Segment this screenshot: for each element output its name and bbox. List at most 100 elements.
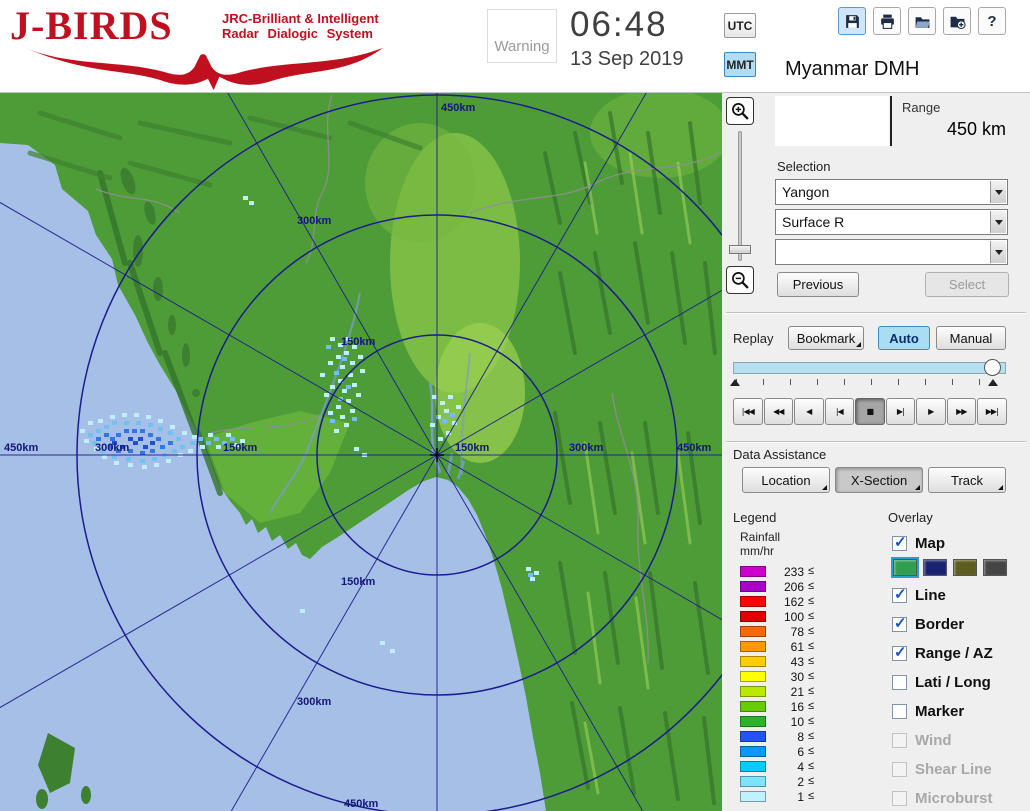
legend-value: 43 xyxy=(768,655,804,669)
legend-swatch xyxy=(740,581,766,592)
skip-to-end-button[interactable]: ▶▶| xyxy=(977,398,1007,425)
option-dropdown-button[interactable] xyxy=(990,241,1006,263)
overlay-item-label: Shear Line xyxy=(915,761,992,778)
x-section-button[interactable]: X-Section xyxy=(835,467,923,493)
fast-forward-button[interactable]: ▶▶ xyxy=(947,398,977,425)
legend-row: 162 ≤ xyxy=(740,595,860,609)
chevron-down-icon xyxy=(995,250,1003,255)
product-dropdown-value: Surface R xyxy=(776,210,1007,234)
legend-value: 30 xyxy=(768,670,804,684)
legend-lte: ≤ xyxy=(808,640,814,652)
zoom-slider-track[interactable] xyxy=(738,131,742,261)
legend-row: 16 ≤ xyxy=(740,700,860,714)
replay-label: Replay xyxy=(733,331,773,346)
overlay-item-line[interactable]: ✓ Line xyxy=(892,585,946,605)
legend-value: 1 xyxy=(768,790,804,804)
overlay-item-range-az[interactable]: ✓ Range / AZ xyxy=(892,643,993,663)
help-button[interactable]: ? xyxy=(978,7,1006,35)
overlay-item-map[interactable]: ✓ Map xyxy=(892,533,945,553)
step-back-button[interactable]: |◀ xyxy=(825,398,855,425)
zoom-in-button[interactable] xyxy=(726,97,754,125)
ring-label-top-450: 450km xyxy=(441,102,475,114)
control-panel: Range 450 km Selection Yangon Surface R … xyxy=(722,93,1030,811)
location-button[interactable]: Location xyxy=(742,467,830,493)
utc-button[interactable]: UTC xyxy=(724,13,756,38)
zoom-out-button[interactable] xyxy=(726,266,754,294)
overlay-item-marker[interactable]: ✓ Marker xyxy=(892,701,964,721)
legend-lte: ≤ xyxy=(808,790,814,802)
auto-button[interactable]: Auto xyxy=(878,326,930,350)
option-dropdown[interactable] xyxy=(775,239,1008,265)
step-forward-button[interactable]: ▶| xyxy=(886,398,916,425)
lati-long-checkbox[interactable]: ✓ xyxy=(892,675,907,690)
zoom-slider-handle[interactable] xyxy=(729,245,751,254)
select-button[interactable]: Select xyxy=(925,272,1009,297)
header: J-BIRDS JRC-Brilliant & Intelligent Rada… xyxy=(0,0,1030,93)
legend-value: 6 xyxy=(768,745,804,759)
skip-to-start-button[interactable]: |◀◀ xyxy=(733,398,763,425)
timezone-toggle: UTC MMT xyxy=(724,13,756,77)
product-dropdown[interactable]: Surface R xyxy=(775,209,1008,235)
legend-row: 1 ≤ xyxy=(740,790,860,804)
site-dropdown-button[interactable] xyxy=(990,181,1006,203)
overlay-item-lati-long[interactable]: ✓ Lati / Long xyxy=(892,672,991,692)
play-reverse-button[interactable]: ◀ xyxy=(794,398,824,425)
zoom-in-icon xyxy=(731,102,750,121)
save-button[interactable] xyxy=(838,7,866,35)
bookmark-button[interactable]: Bookmark xyxy=(788,326,864,350)
range-az-checkbox[interactable]: ✓ xyxy=(892,646,907,661)
radar-map[interactable]: 450km 300km 150km 150km 300km 450km 450k… xyxy=(0,93,722,811)
ring-label-right-150: 150km xyxy=(455,442,489,454)
map-palette-navy[interactable] xyxy=(923,559,947,576)
replay-slider-handle[interactable] xyxy=(984,359,1001,376)
legend-row: 206 ≤ xyxy=(740,580,860,594)
open-folder-icon xyxy=(914,13,931,30)
print-button[interactable] xyxy=(873,7,901,35)
manual-button[interactable]: Manual xyxy=(936,326,1006,350)
logo-title: J-BIRDS xyxy=(10,3,173,48)
fast-rewind-button[interactable]: ◀◀ xyxy=(764,398,794,425)
ring-label-right-450: 450km xyxy=(677,442,711,454)
new-folder-button[interactable] xyxy=(943,7,971,35)
track-button[interactable]: Track xyxy=(928,467,1006,493)
legend-swatch xyxy=(740,596,766,607)
open-folder-button[interactable] xyxy=(908,7,936,35)
legend-lte: ≤ xyxy=(808,715,814,727)
overlay-item-border[interactable]: ✓ Border xyxy=(892,614,964,634)
mmt-button[interactable]: MMT xyxy=(724,52,756,77)
legend-value: 78 xyxy=(768,625,804,639)
border-checkbox[interactable]: ✓ xyxy=(892,617,907,632)
line-checkbox[interactable]: ✓ xyxy=(892,588,907,603)
overlay-item-label: Border xyxy=(915,616,964,633)
stop-button[interactable]: ■ xyxy=(855,398,885,425)
map-palette-olive[interactable] xyxy=(953,559,977,576)
separator xyxy=(726,312,1026,314)
overlay-item-label: Range / AZ xyxy=(915,645,993,662)
map-palette-gray[interactable] xyxy=(983,559,1007,576)
legend-value: 233 xyxy=(768,565,804,579)
legend-row: 2 ≤ xyxy=(740,775,860,789)
data-assistance-label: Data Assistance xyxy=(733,447,826,462)
legend-lte: ≤ xyxy=(808,610,814,622)
legend-row: 233 ≤ xyxy=(740,565,860,579)
overlay-item-microburst: ✓ Microburst xyxy=(892,788,993,808)
option-dropdown-value xyxy=(776,240,1007,248)
legend-swatch xyxy=(740,611,766,622)
product-dropdown-button[interactable] xyxy=(990,211,1006,233)
legend-label: Legend xyxy=(733,510,776,525)
legend-value: 206 xyxy=(768,580,804,594)
legend-swatch xyxy=(740,641,766,652)
legend-row: 8 ≤ xyxy=(740,730,860,744)
legend-swatch xyxy=(740,776,766,787)
clock: 06:48 13 Sep 2019 xyxy=(570,5,683,71)
play-button[interactable]: ▶ xyxy=(916,398,946,425)
previous-button[interactable]: Previous xyxy=(777,272,859,297)
marker-checkbox[interactable]: ✓ xyxy=(892,704,907,719)
site-dropdown-value: Yangon xyxy=(776,180,1007,204)
replay-slider-track[interactable] xyxy=(733,362,1006,374)
map-checkbox[interactable]: ✓ xyxy=(892,536,907,551)
legend-value: 162 xyxy=(768,595,804,609)
range-display: Range 450 km xyxy=(890,96,1008,146)
map-palette-green[interactable] xyxy=(893,559,917,576)
site-dropdown[interactable]: Yangon xyxy=(775,179,1008,205)
